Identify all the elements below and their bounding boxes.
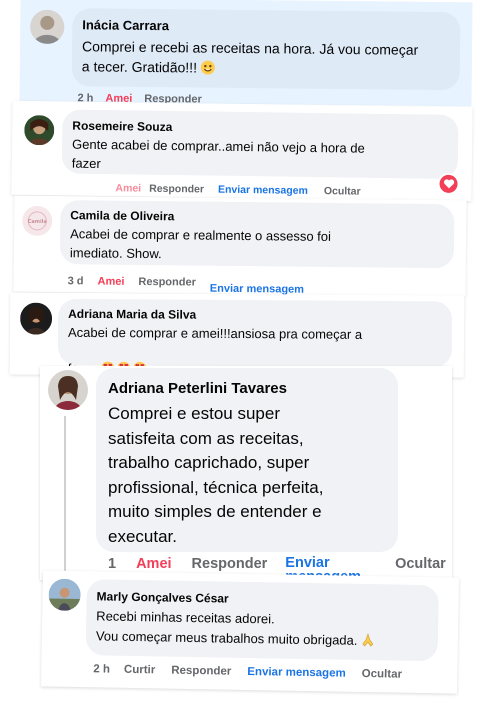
comment-bubble: Rosemeire Souza Gente acabei de comprar.… xyxy=(61,109,459,180)
avatar[interactable] xyxy=(24,114,55,146)
comment-author[interactable]: Adriana Maria da Silva xyxy=(68,307,196,322)
avatar[interactable] xyxy=(30,9,65,45)
comment-card-4: Adriana Maria da Silva Acabei de comprar… xyxy=(9,292,465,378)
comment-actions: 2 h Curtir Responder Enviar mensagem Ocu… xyxy=(93,663,402,680)
comment-text: Comprei e estou super satisfeita com as … xyxy=(108,404,324,546)
avatar[interactable] xyxy=(48,370,88,410)
comment-author[interactable]: Marly Gonçalves César xyxy=(96,589,228,605)
comment-bubble: Inácia Carrara Comprei e recebi as recei… xyxy=(71,8,461,91)
comment-time[interactable]: 2 h xyxy=(93,663,110,675)
comment-text: Comprei e recebi as receitas na hora. Já… xyxy=(81,38,419,76)
like-button[interactable]: Curtir xyxy=(124,664,156,677)
send-message-button[interactable]: Enviar mensagem xyxy=(218,184,308,197)
hide-button[interactable]: Ocultar xyxy=(395,556,446,572)
comment-actions: 3 d Amei Responder Enviar mensagem xyxy=(68,275,305,295)
comment-text: Recebi minhas receitas adorei. Vou começ… xyxy=(96,606,437,654)
smile-emoji-icon xyxy=(200,60,215,75)
comment-card-1: Inácia Carrara Comprei e recebi as recei… xyxy=(19,0,473,107)
comment-text: Acabei de comprar e realmente o assesso … xyxy=(69,226,332,262)
comment-card-5: Adriana Peterlini Tavares Comprei e esto… xyxy=(40,366,452,580)
avatar[interactable] xyxy=(19,302,53,335)
thread-line xyxy=(64,416,66,580)
love-button[interactable]: Amei xyxy=(115,182,141,194)
reply-button[interactable]: Responder xyxy=(149,183,204,196)
love-reaction-icon[interactable] xyxy=(437,172,460,196)
comment-author[interactable]: Rosemeire Souza xyxy=(72,119,172,134)
comment-bubble: Adriana Peterlini Tavares Comprei e esto… xyxy=(96,368,398,552)
reply-button[interactable]: Responder xyxy=(138,276,196,289)
comment-text: Gente acabei de comprar..amei não vejo a… xyxy=(71,136,365,172)
comment-card-2: Rosemeire Souza Gente acabei de comprar.… xyxy=(11,100,473,202)
hide-button[interactable]: Ocultar xyxy=(324,185,361,198)
comment-bubble: Marly Gonçalves César Recebi minhas rece… xyxy=(85,579,439,662)
comment-author[interactable]: Camila de Oliveira xyxy=(70,208,174,223)
comment-author[interactable]: Inácia Carrara xyxy=(82,17,169,33)
reply-button[interactable]: Responder xyxy=(192,556,268,572)
praying-hands-emoji-icon xyxy=(361,633,375,653)
hide-button[interactable]: Ocultar xyxy=(362,668,402,681)
comment-card-3: Camila Camila de Oliveira Acabei de comp… xyxy=(13,195,467,297)
comment-author[interactable]: Adriana Peterlini Tavares xyxy=(108,380,287,397)
reply-button[interactable]: Responder xyxy=(171,665,231,678)
love-button[interactable]: Amei xyxy=(97,276,124,288)
comment-time[interactable]: 3 d xyxy=(68,275,84,287)
love-button[interactable]: Amei xyxy=(136,556,171,572)
comment-time[interactable]: 1 xyxy=(108,556,116,572)
comment-bubble: Adriana Maria da Silva Acabei de comprar… xyxy=(57,298,453,376)
send-message-button[interactable]: Enviar mensagem xyxy=(247,666,346,680)
avatar[interactable]: Camila xyxy=(22,205,53,237)
svg-text:Camila: Camila xyxy=(28,219,47,225)
comment-actions: Amei Responder Enviar mensagem Ocultar xyxy=(115,182,360,197)
comment-bubble: Camila de Oliveira Acabei de comprar e r… xyxy=(59,200,455,269)
comment-card-6: Marly Gonçalves César Recebi minhas rece… xyxy=(41,570,459,694)
avatar[interactable] xyxy=(48,578,81,612)
